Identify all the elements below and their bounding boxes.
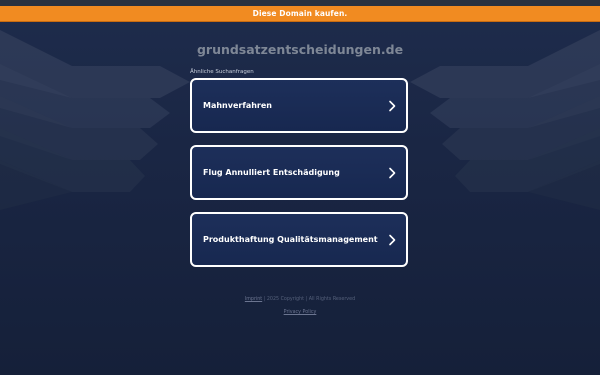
imprint-link[interactable]: Imprint bbox=[245, 297, 262, 302]
chevron-right-icon bbox=[389, 100, 396, 111]
copyright-text: | 2025 Copyright | All Rights Reserved bbox=[262, 297, 356, 302]
footer-privacy: Privacy Policy bbox=[0, 310, 600, 315]
related-search-flug-annulliert[interactable]: Flug Annulliert Entschädigung bbox=[190, 145, 408, 200]
related-searches-heading: Ähnliche Suchanfragen bbox=[190, 69, 254, 75]
footer-copyright: Imprint | 2025 Copyright | All Rights Re… bbox=[0, 297, 600, 302]
privacy-policy-link[interactable]: Privacy Policy bbox=[284, 310, 317, 315]
related-search-produkthaftung[interactable]: Produkthaftung Qualitätsmanagement bbox=[190, 212, 408, 267]
related-search-label: Produkthaftung Qualitätsmanagement bbox=[203, 235, 378, 244]
related-search-mahnverfahren[interactable]: Mahnverfahren bbox=[190, 78, 408, 133]
parking-page: Diese Domain kaufen. grundsatzentscheidu… bbox=[0, 0, 600, 375]
chevron-right-icon bbox=[389, 167, 396, 178]
related-search-label: Flug Annulliert Entschädigung bbox=[203, 168, 340, 177]
buy-domain-label: Diese Domain kaufen. bbox=[252, 9, 348, 18]
chevron-right-icon bbox=[389, 234, 396, 245]
buy-domain-banner[interactable]: Diese Domain kaufen. bbox=[0, 6, 600, 22]
related-search-label: Mahnverfahren bbox=[203, 101, 272, 110]
domain-title: grundsatzentscheidungen.de bbox=[196, 42, 404, 57]
